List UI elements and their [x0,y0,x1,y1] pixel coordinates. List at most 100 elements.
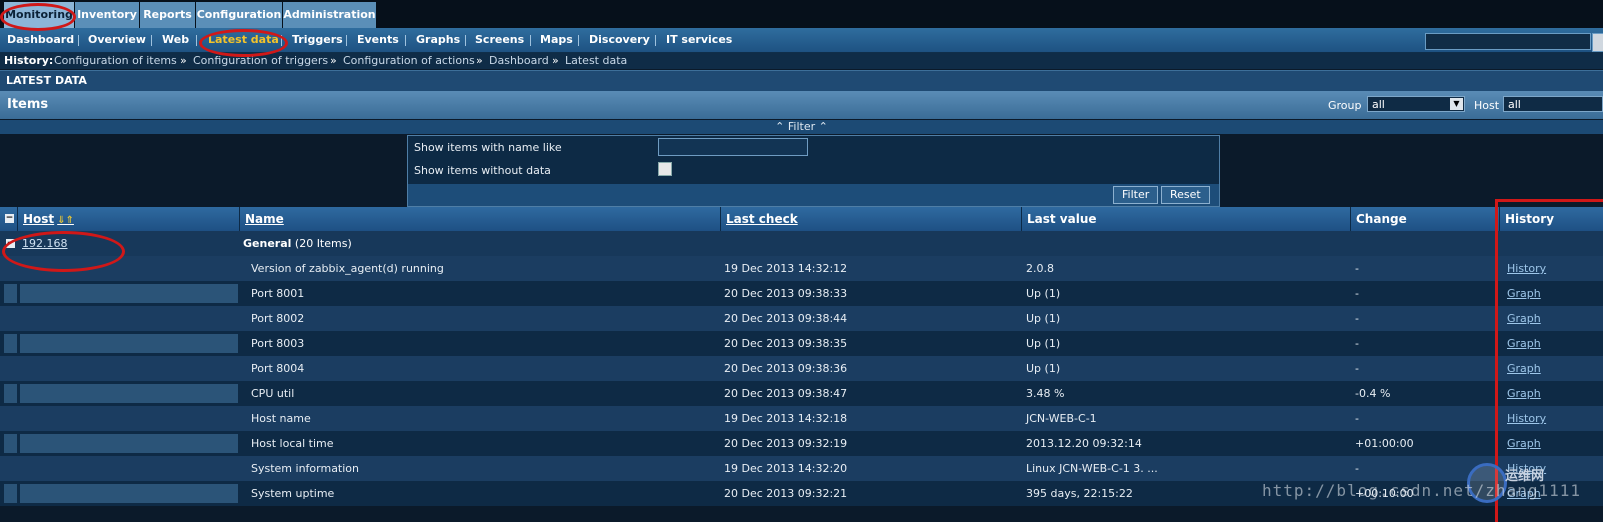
subnav-discovery[interactable]: Discovery [589,28,650,52]
filter-footer: Filter Reset [408,184,1219,206]
item-name: Host name [251,412,311,425]
items-header: Items Group all ▼ Host all [0,91,1603,119]
history-label: History: [4,54,54,67]
group-select-value: all [1372,98,1385,111]
group-label: Group [1328,99,1362,112]
search-button[interactable] [1592,33,1603,52]
chevron-down-icon: ▼ [1450,98,1463,110]
table-row: Host name 19 Dec 2013 14:32:18 JCN-WEB-C… [0,406,1603,431]
table-header: − Host ⇓⇑ Name Last check Last value Chan… [0,207,1603,231]
graph-link[interactable]: Graph [1500,381,1603,406]
col-host[interactable]: Host ⇓⇑ [18,207,240,231]
row-host-cell [20,484,238,503]
item-change: - [1355,312,1359,325]
history-link-items[interactable]: Configuration of items [54,53,177,69]
row-host-cell [20,334,238,353]
history-link[interactable]: History [1500,406,1603,431]
group-name: General (20 Items) [243,237,352,250]
group-count: (20 Items) [294,237,352,250]
table-row: Port 8004 20 Dec 2013 09:38:36 Up (1) - … [0,356,1603,381]
history-link-actions[interactable]: Configuration of actions [343,53,475,69]
history-link-latest-data[interactable]: Latest data [565,53,627,69]
main-menu-bar: Monitoring Inventory Reports Configurati… [0,0,1603,28]
collapse-all-cell: − [0,207,18,231]
without-data-checkbox[interactable] [658,162,672,176]
subnav-it-services[interactable]: IT services [666,28,732,52]
history-link[interactable]: History [1500,256,1603,281]
item-last-value: Up (1) [1026,362,1061,375]
group-select[interactable]: all ▼ [1367,96,1465,112]
item-last-check: 19 Dec 2013 14:32:18 [724,412,848,425]
history-link-dashboard[interactable]: Dashboard [489,53,549,69]
subnav-graphs[interactable]: Graphs [416,28,460,52]
reset-button[interactable]: Reset [1161,186,1210,204]
item-last-check: 19 Dec 2013 14:32:12 [724,262,848,275]
table-row: Port 8003 20 Dec 2013 09:38:35 Up (1) - … [0,331,1603,356]
name-like-input[interactable] [658,138,808,156]
subnav-divider [281,35,282,46]
item-change: - [1355,362,1359,375]
col-name[interactable]: Name [240,207,721,231]
row-marker [4,484,17,503]
item-change: -0.4 % [1355,387,1391,400]
breadcrumb-separator: » [180,54,187,67]
tab-monitoring[interactable]: Monitoring [4,2,74,28]
subnav-dashboard[interactable]: Dashboard [7,28,74,52]
subnav-triggers[interactable]: Triggers [292,28,343,52]
item-last-value: Up (1) [1026,337,1061,350]
page-title-text: LATEST DATA [6,74,87,87]
row-host-cell [20,434,238,453]
subnav-maps[interactable]: Maps [540,28,573,52]
subnav-web[interactable]: Web [162,28,189,52]
item-change: - [1355,412,1359,425]
subnav-divider [196,35,197,46]
subnav-events[interactable]: Events [357,28,399,52]
host-select[interactable]: all [1503,96,1603,112]
filter-button[interactable]: Filter [1113,186,1159,204]
subnav-divider [530,35,531,46]
breadcrumb-separator: » [552,54,559,67]
subnav-latest-data[interactable]: Latest data [208,28,279,52]
group-host-link[interactable]: 192.168 [22,237,68,250]
filter-panel: Show items with name like Show items wit… [407,135,1220,207]
breadcrumb-separator: » [476,54,483,67]
subnav-screens[interactable]: Screens [475,28,524,52]
graph-link[interactable]: Graph [1500,331,1603,356]
expand-group-icon[interactable]: − [6,239,15,248]
subnav-divider [151,35,152,46]
subnav-divider [78,35,79,46]
graph-link[interactable]: Graph [1500,431,1603,456]
table-row: CPU util 20 Dec 2013 09:38:47 3.48 % -0.… [0,381,1603,406]
table-row: Port 8001 20 Dec 2013 09:38:33 Up (1) - … [0,281,1603,306]
item-name: Port 8002 [251,312,305,325]
col-last-check[interactable]: Last check [721,207,1022,231]
item-last-value: 2013.12.20 09:32:14 [1026,437,1142,450]
history-link-triggers[interactable]: Configuration of triggers [193,53,328,69]
collapse-all-icon[interactable]: − [5,214,14,223]
breadcrumb-separator: » [330,54,337,67]
items-title: Items [7,97,49,112]
item-last-check: 20 Dec 2013 09:38:35 [724,337,848,350]
name-like-label: Show items with name like [414,141,562,154]
graph-link[interactable]: Graph [1500,356,1603,381]
sub-menu-bar: Dashboard Overview Web Latest data Trigg… [0,28,1603,53]
subnav-divider [655,35,656,46]
filter-toggle[interactable]: ⌃ Filter ⌃ [0,120,1603,134]
item-name: Host local time [251,437,334,450]
graph-link[interactable]: Graph [1500,281,1603,306]
row-marker [4,434,17,453]
tab-reports[interactable]: Reports [140,2,195,28]
graph-link[interactable]: Graph [1500,306,1603,331]
tab-configuration[interactable]: Configuration [196,2,282,28]
tab-administration[interactable]: Administration [283,2,376,28]
search-input[interactable] [1425,33,1591,50]
item-name: System uptime [251,487,335,500]
watermark-url: http://blog.csdn.net/zhang1111 [1262,481,1581,500]
table-row: Host local time 20 Dec 2013 09:32:19 201… [0,431,1603,456]
group-name-text: General [243,237,292,250]
subnav-overview[interactable]: Overview [88,28,146,52]
table-row: Version of zabbix_agent(d) running 19 De… [0,256,1603,281]
tab-inventory[interactable]: Inventory [75,2,139,28]
col-host-label: Host [23,212,55,226]
col-change: Change [1351,207,1500,231]
